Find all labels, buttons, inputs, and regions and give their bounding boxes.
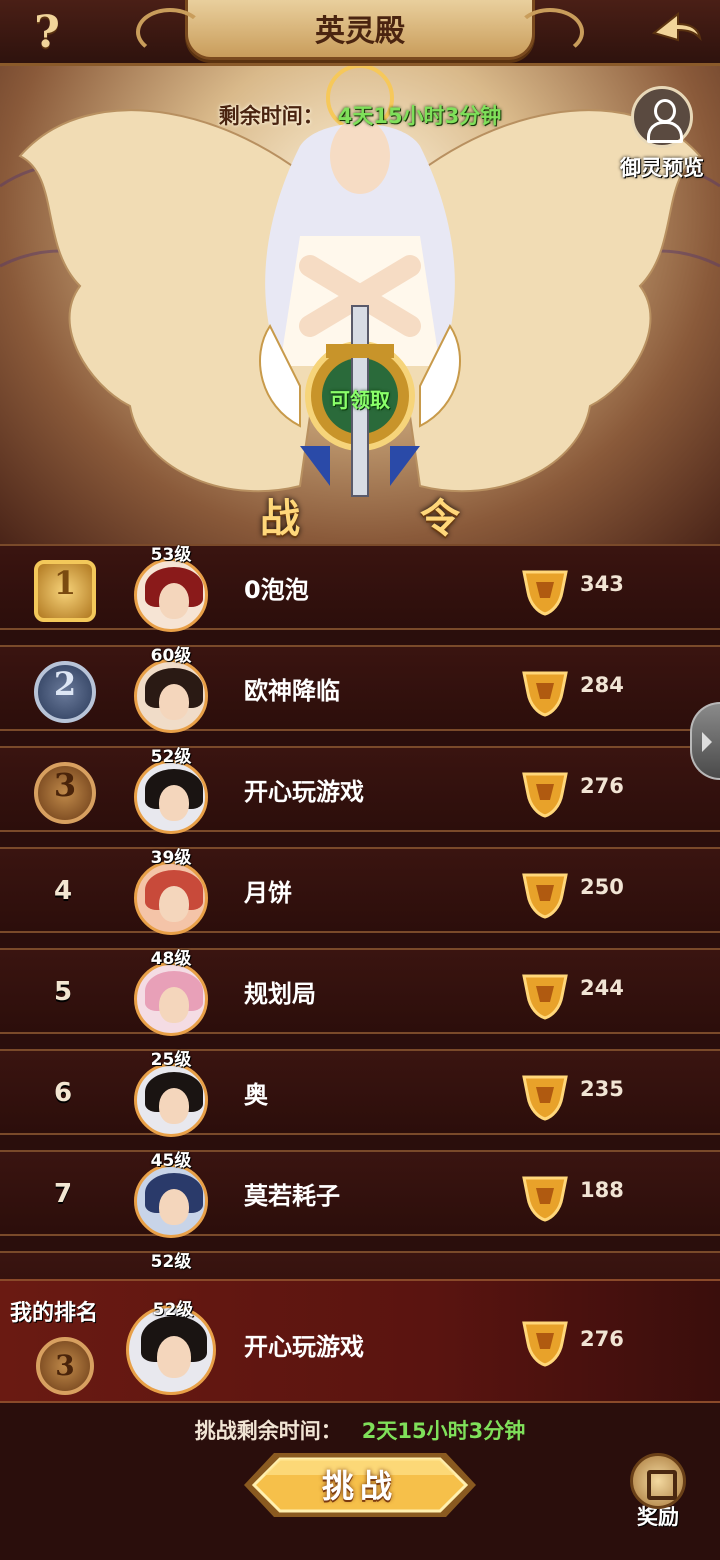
my-rank-label: 我的排名 (10, 1301, 99, 1326)
pass-char-1: 战 (260, 495, 300, 542)
my-level: 52级 (152, 1300, 194, 1320)
player-level: 52级 (150, 1252, 192, 1272)
my-name: 开心玩游戏 (244, 1333, 364, 1361)
challenge-button-label: 挑战 (321, 1467, 398, 1505)
player-name: 奥 (244, 1081, 268, 1109)
rank-row-6[interactable]: 6 25级 奥 235 (0, 1049, 720, 1137)
rank-row-partial[interactable]: 52级 (0, 1251, 720, 1279)
player-level: 52级 (150, 747, 192, 767)
rank-medal: 1 (34, 560, 96, 622)
player-level: 60级 (150, 646, 192, 666)
avatar (134, 760, 208, 834)
avatar (134, 962, 208, 1036)
trophy-icon (522, 1321, 568, 1367)
player-level: 39级 (150, 848, 192, 868)
player-level: 48级 (150, 949, 192, 969)
player-score: 250 (580, 875, 624, 899)
player-name: 规划局 (244, 980, 316, 1008)
trophy-icon (522, 1075, 568, 1121)
bottom-panel: 挑战剩余时间： 2天15小时3分钟 挑战 奖励 (0, 1403, 720, 1560)
claim-badge[interactable]: 可领取 (316, 384, 404, 413)
battle-pass-button[interactable]: 战 令 (260, 486, 460, 544)
avatar (134, 1063, 208, 1137)
rank-number: 7 (53, 1179, 73, 1209)
player-score: 343 (580, 572, 624, 596)
ranking-list[interactable]: 1 53级 0泡泡 343 2 60级 欧神降临 284 3 52级 开心玩游戏… (0, 544, 720, 1279)
rank-number: 4 (53, 876, 73, 906)
player-name: 月饼 (244, 879, 292, 907)
hero-banner: 剩余时间： 4天15小时3分钟 御灵预览 可领取 战 令 (0, 66, 720, 544)
user-icon (631, 86, 693, 148)
trophy-icon (522, 671, 568, 717)
title-plaque: 英灵殿 (136, 0, 584, 60)
avatar (134, 1164, 208, 1238)
player-level: 45级 (150, 1151, 192, 1171)
player-level: 53级 (150, 545, 192, 565)
avatar (134, 861, 208, 935)
player-name: 莫若耗子 (244, 1182, 340, 1210)
chest-icon (630, 1453, 686, 1509)
challenge-time-value: 2天15小时3分钟 (361, 1419, 526, 1443)
rank-number: 6 (53, 1078, 73, 1108)
player-score: 244 (580, 976, 624, 1000)
player-score: 276 (580, 774, 624, 798)
my-rank-panel: 我的排名 3 52级 开心玩游戏 276 (0, 1279, 720, 1403)
pass-char-2: 令 (420, 495, 460, 542)
trophy-icon (522, 1176, 568, 1222)
challenge-button[interactable]: 挑战 (240, 1449, 480, 1521)
rank-row-4[interactable]: 4 39级 月饼 250 (0, 847, 720, 935)
rank-row-7[interactable]: 7 45级 莫若耗子 188 (0, 1150, 720, 1238)
avatar (134, 558, 208, 632)
trophy-icon (522, 974, 568, 1020)
rank-medal: 2 (34, 661, 96, 723)
page-title: 英灵殿 (315, 14, 405, 49)
help-button[interactable]: ? (22, 6, 72, 60)
trophy-icon (522, 873, 568, 919)
timer-label: 剩余时间： (218, 104, 324, 128)
rank-row-2[interactable]: 2 60级 欧神降临 284 (0, 645, 720, 733)
player-score: 235 (580, 1077, 624, 1101)
challenge-timer: 挑战剩余时间： 2天15小时3分钟 (0, 1415, 720, 1445)
top-bar: ? 英灵殿 (0, 0, 720, 66)
rank-row-1[interactable]: 1 53级 0泡泡 343 (0, 544, 720, 632)
trophy-icon (522, 772, 568, 818)
my-score: 276 (580, 1327, 624, 1351)
preview-label: 御灵预览 (620, 156, 704, 180)
rank-medal: 3 (34, 762, 96, 824)
player-name: 开心玩游戏 (244, 778, 364, 806)
rank-row-3[interactable]: 3 52级 开心玩游戏 276 (0, 746, 720, 834)
timer-value: 4天15小时3分钟 (337, 104, 502, 128)
player-score: 284 (580, 673, 624, 697)
challenge-time-label: 挑战剩余时间： (194, 1419, 342, 1443)
trophy-icon (522, 570, 568, 616)
spirit-preview-button[interactable]: 御灵预览 (612, 86, 712, 182)
reward-button[interactable]: 奖励 (626, 1453, 690, 1543)
rank-row-5[interactable]: 5 48级 规划局 244 (0, 948, 720, 1036)
my-rank-medal: 3 (36, 1337, 94, 1395)
back-arrow-icon[interactable] (648, 8, 704, 58)
player-level: 25级 (150, 1050, 192, 1070)
player-score: 188 (580, 1178, 624, 1202)
avatar (134, 659, 208, 733)
player-name: 欧神降临 (244, 677, 340, 705)
player-name: 0泡泡 (244, 576, 309, 604)
rank-number: 5 (53, 977, 73, 1007)
